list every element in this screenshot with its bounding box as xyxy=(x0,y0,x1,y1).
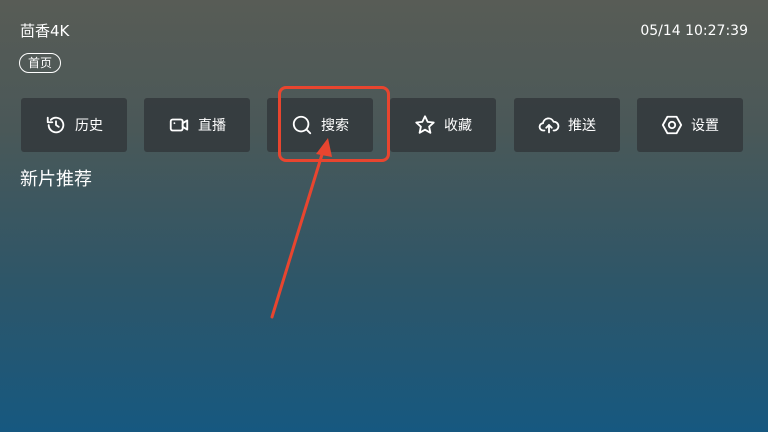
push-label: 推送 xyxy=(568,118,596,134)
live-label: 直播 xyxy=(198,118,226,134)
tab-home[interactable]: 首页 xyxy=(19,53,62,73)
section-title: 新片推荐 xyxy=(20,169,92,190)
history-icon xyxy=(45,114,67,136)
search-label: 搜索 xyxy=(321,118,349,134)
cloud-upload-icon xyxy=(538,114,560,136)
app-title: 茴香4K xyxy=(20,22,70,40)
star-icon xyxy=(414,114,436,136)
favorites-label: 收藏 xyxy=(444,118,472,134)
search-icon xyxy=(291,114,313,136)
push-button[interactable]: 推送 xyxy=(514,98,620,152)
history-label: 历史 xyxy=(75,118,103,134)
live-button[interactable]: 直播 xyxy=(144,98,250,152)
video-camera-icon xyxy=(168,114,190,136)
settings-button[interactable]: 设置 xyxy=(637,98,743,152)
settings-label: 设置 xyxy=(691,118,719,134)
history-button[interactable]: 历史 xyxy=(21,98,127,152)
annotation-arrow xyxy=(270,138,332,319)
favorites-button[interactable]: 收藏 xyxy=(390,98,496,152)
search-button[interactable]: 搜索 xyxy=(267,98,373,152)
clock: 05/14 10:27:39 xyxy=(640,23,748,39)
gear-icon xyxy=(661,114,683,136)
